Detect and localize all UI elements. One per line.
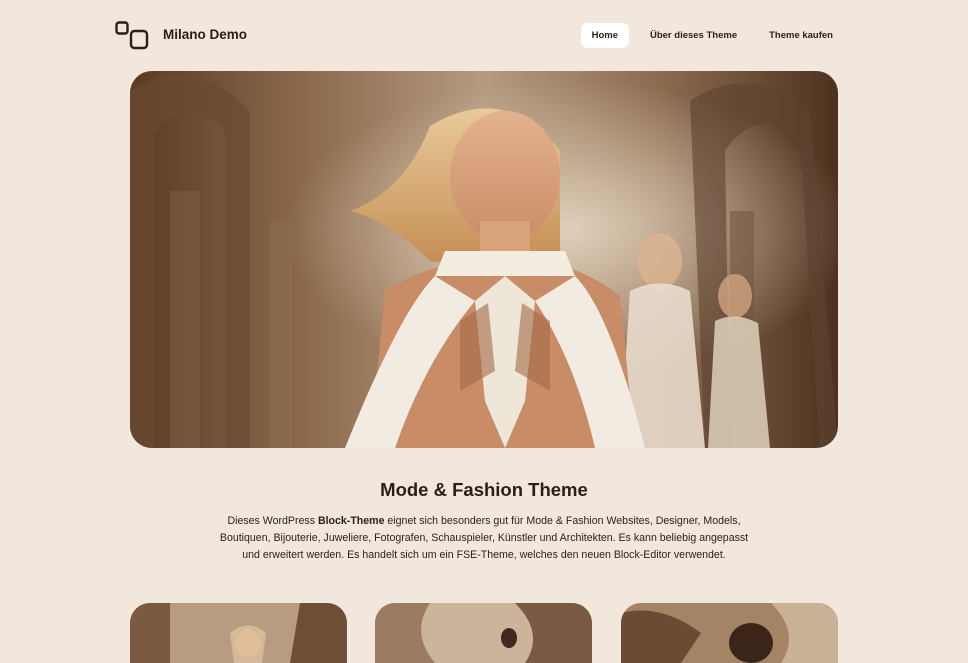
runway-model-photo (130, 603, 347, 663)
card-image-1[interactable] (130, 603, 347, 663)
site-title[interactable]: Milano Demo (163, 27, 247, 42)
section-title: Mode & Fashion Theme (380, 479, 588, 500)
two-squares-logo-icon[interactable] (115, 21, 151, 51)
card-image-2[interactable] (375, 603, 592, 663)
nav-home[interactable]: Home (580, 23, 629, 48)
intro-paragraph: Dieses WordPress Block-Theme eignet sich… (212, 513, 756, 564)
card-image-3[interactable] (621, 603, 838, 663)
main-nav: Home Über dieses Theme Theme kaufen (571, 23, 844, 48)
site-header: Milano Demo Home Über dieses Theme Theme… (0, 0, 968, 72)
fashion-model-dress-photo (375, 603, 592, 663)
nav-buy-theme[interactable]: Theme kaufen (758, 23, 844, 48)
intro-text-bold: Block-Theme (317, 515, 385, 527)
woman-palm-leaves-photo (621, 603, 838, 663)
hero-image (130, 71, 838, 448)
fashion-runway-model-photo (130, 71, 838, 448)
nav-about-theme[interactable]: Über dieses Theme (639, 23, 748, 48)
intro-text-before: Dieses WordPress (227, 515, 318, 527)
